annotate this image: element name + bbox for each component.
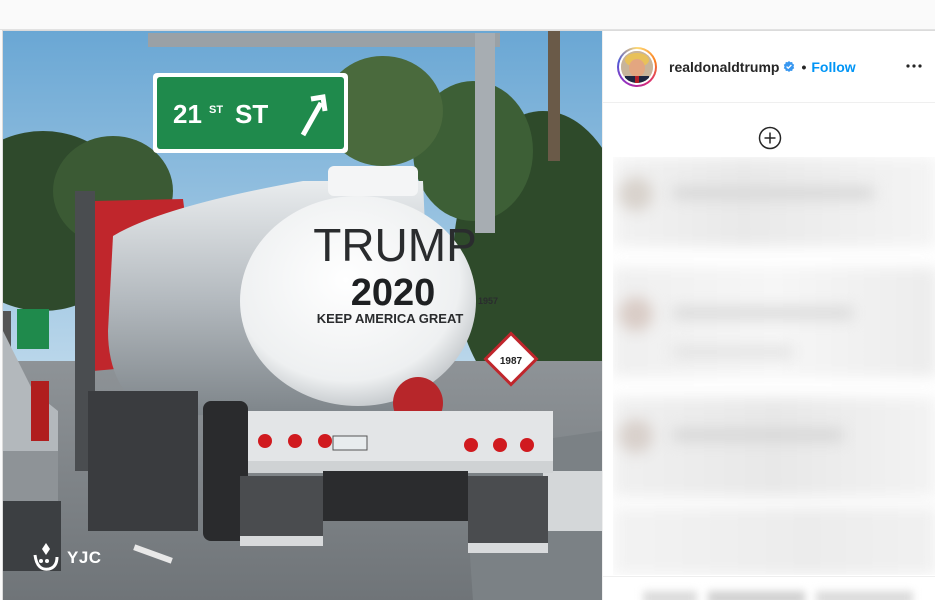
comment-item bbox=[613, 267, 935, 377]
comment-item bbox=[613, 507, 935, 575]
verified-badge-icon bbox=[784, 60, 795, 72]
username[interactable]: realdonaldtrump bbox=[669, 59, 779, 75]
comment-item bbox=[613, 397, 935, 497]
tank-line-3: KEEP AMERICA GREAT bbox=[317, 311, 464, 326]
comment-avatar bbox=[619, 419, 653, 453]
sign-number: 21 bbox=[173, 99, 202, 129]
follow-button[interactable]: Follow bbox=[811, 59, 855, 75]
comment-avatar bbox=[619, 297, 653, 331]
post-sidebar: realdonaldtrump • Follow bbox=[602, 31, 935, 600]
comment-avatar bbox=[619, 177, 653, 211]
watermark-label: YJC bbox=[67, 548, 102, 567]
comment-text bbox=[673, 187, 873, 199]
placard-number: 1987 bbox=[500, 356, 523, 367]
post-modal: 21 ST ST TRUMP 2020 KEEP AMERICA GREAT 1… bbox=[2, 30, 935, 600]
actions-divider bbox=[603, 576, 935, 577]
avatar-story-ring[interactable] bbox=[617, 46, 657, 87]
truck-photo: 21 ST ST TRUMP 2020 KEEP AMERICA GREAT 1… bbox=[3, 31, 602, 600]
likes-summary bbox=[643, 591, 913, 600]
tank-line-2: 2020 bbox=[351, 272, 436, 314]
sign-street: ST bbox=[235, 99, 268, 129]
watermark: YJC bbox=[31, 541, 102, 575]
tank-line-1: TRUMP bbox=[313, 219, 477, 271]
yjc-logo-icon bbox=[33, 543, 59, 571]
top-bar bbox=[0, 0, 935, 30]
comment-text bbox=[673, 307, 853, 319]
tank-number: 1957 bbox=[478, 296, 498, 306]
separator-dot: • bbox=[801, 58, 807, 75]
comment-text bbox=[673, 429, 843, 441]
plus-circle-icon[interactable] bbox=[758, 126, 782, 150]
more-options-icon[interactable] bbox=[905, 57, 923, 75]
comments-list bbox=[613, 157, 935, 575]
post-header: realdonaldtrump • Follow bbox=[603, 31, 935, 103]
comment-item bbox=[613, 157, 935, 247]
post-image[interactable]: 21 ST ST TRUMP 2020 KEEP AMERICA GREAT 1… bbox=[3, 31, 602, 600]
avatar[interactable] bbox=[621, 50, 653, 83]
comment-text bbox=[673, 347, 793, 357]
sign-suffix: ST bbox=[209, 104, 223, 116]
